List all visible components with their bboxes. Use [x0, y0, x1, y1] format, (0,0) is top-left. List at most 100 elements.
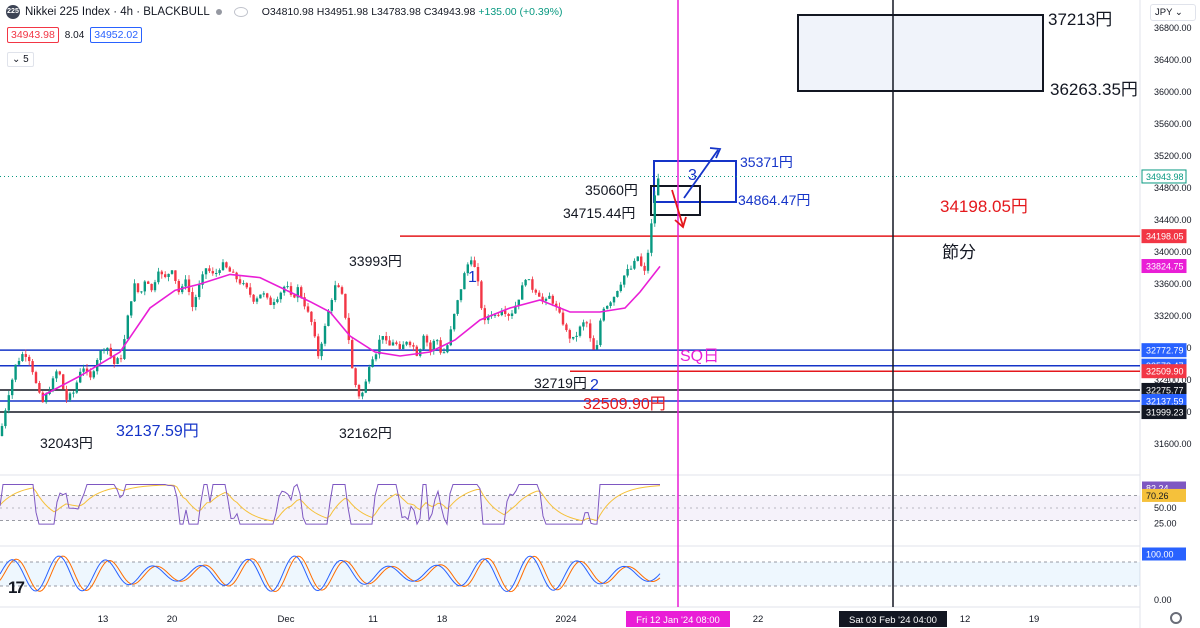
candle-body	[109, 347, 112, 357]
price-axis-tick: 36400.00	[1154, 55, 1192, 65]
time-axis-tick: 11	[368, 614, 378, 625]
candle-body	[4, 410, 7, 427]
candle-body	[245, 283, 248, 288]
price-axis-tick: 36800.00	[1154, 23, 1192, 33]
candle-body	[45, 394, 48, 403]
candle-body	[92, 371, 95, 378]
price-axis-tick: 33200.00	[1154, 311, 1192, 321]
annotation-label: 35060円	[585, 182, 638, 198]
candle-body	[157, 271, 160, 283]
candle-body	[116, 358, 119, 364]
time-axis-tick: Dec	[278, 614, 295, 625]
candle-body	[266, 293, 269, 298]
price-axis-tag-label: 34198.05	[1146, 232, 1184, 242]
candle-body	[633, 260, 636, 269]
candle-body	[191, 292, 194, 308]
price-axis-tag-label: 33824.75	[1146, 262, 1184, 272]
candle-body	[575, 335, 578, 337]
rsi-axis-tick: 50.00	[1154, 503, 1177, 513]
price-axis-tick: 36000.00	[1154, 87, 1192, 97]
candle-body	[113, 356, 116, 364]
candle-body	[252, 294, 255, 302]
candle-body	[62, 374, 65, 390]
candle-body	[41, 392, 44, 403]
gear-icon[interactable]	[1170, 612, 1182, 624]
candle-body	[123, 339, 126, 359]
annotation-label: 32719円	[534, 375, 587, 391]
candle-body	[408, 341, 412, 346]
candle-body	[136, 283, 140, 293]
candle-body	[643, 265, 646, 271]
candles-group	[0, 173, 660, 437]
candle-body	[551, 295, 554, 304]
candle-body	[609, 302, 612, 306]
candle-body	[371, 359, 374, 368]
candle-body	[198, 284, 201, 298]
price-axis-tag-label: 32509.90	[1146, 367, 1184, 377]
visibility-eye-icon[interactable]	[233, 7, 248, 17]
candle-body	[82, 368, 85, 372]
symbol-title[interactable]: Nikkei 225 Index · 4h · BLACKBULL	[25, 6, 210, 18]
candle-body	[242, 283, 245, 285]
candle-body	[130, 301, 133, 316]
stoch-value-label: 100.00	[1146, 550, 1174, 560]
candle-body	[599, 320, 602, 346]
candle-body	[330, 300, 333, 311]
candle-body	[153, 282, 157, 291]
candle-body	[65, 389, 68, 400]
candle-body	[391, 342, 395, 346]
indicators-collapse-button[interactable]: ⌄ 5	[7, 52, 34, 67]
candle-body	[507, 313, 510, 317]
candle-body	[279, 292, 282, 300]
candle-body	[337, 285, 340, 288]
candle-body	[476, 267, 480, 282]
candle-body	[170, 270, 174, 274]
setsubun-time-label: Sat 03 Feb '24 04:00	[849, 615, 937, 626]
candle-body	[211, 271, 214, 274]
trade-row: 34943.98 8.04 34952.02	[7, 27, 143, 43]
rsi-axis-tick: 25.00	[1154, 519, 1177, 529]
candle-body	[106, 347, 109, 350]
price-axis-tag-label: 34943.98	[1146, 172, 1184, 182]
candle-body	[0, 426, 4, 436]
candle-body	[405, 341, 408, 345]
candle-body	[629, 268, 633, 270]
candle-body	[527, 279, 531, 281]
candle-body	[425, 335, 429, 343]
candle-body	[28, 356, 31, 362]
candle-body	[585, 322, 588, 324]
candle-body	[395, 342, 398, 345]
candle-body	[436, 340, 439, 342]
candle-body	[568, 330, 571, 339]
candle-body	[354, 368, 357, 386]
candle-body	[255, 298, 259, 302]
candle-body	[422, 335, 425, 350]
candle-body	[225, 262, 228, 268]
currency-selector[interactable]: JPY ⌄	[1150, 4, 1196, 21]
chart-canvas[interactable]: 37213円36263.35円35371円34864.47円35060円3471…	[0, 0, 1200, 628]
candle-body	[538, 292, 541, 297]
candle-body	[310, 311, 313, 322]
candle-body	[72, 392, 75, 394]
indicator-count: 5	[23, 54, 29, 65]
candle-body	[524, 279, 527, 286]
ohlc-low: L34783.98	[371, 6, 421, 18]
candle-body	[31, 361, 34, 373]
candle-body	[640, 256, 643, 266]
price-axis-tag-label: 31999.23	[1146, 408, 1184, 418]
time-axis-tick: 12	[960, 614, 971, 625]
candle-body	[187, 279, 191, 293]
buy-price-button[interactable]: 34952.02	[90, 27, 143, 43]
sell-price-button[interactable]: 34943.98	[7, 27, 59, 43]
price-axis-tag-label: 32772.79	[1146, 346, 1184, 356]
annotation-label: 33993円	[349, 253, 402, 269]
candle-body	[119, 358, 123, 360]
candle-body	[11, 379, 14, 396]
candle-body	[374, 354, 378, 360]
candle-body	[208, 268, 211, 272]
candle-body	[160, 271, 163, 275]
candle-body	[646, 252, 650, 271]
candle-body	[548, 295, 551, 299]
time-axis-tick: 22	[753, 614, 764, 625]
candle-body	[653, 195, 656, 224]
